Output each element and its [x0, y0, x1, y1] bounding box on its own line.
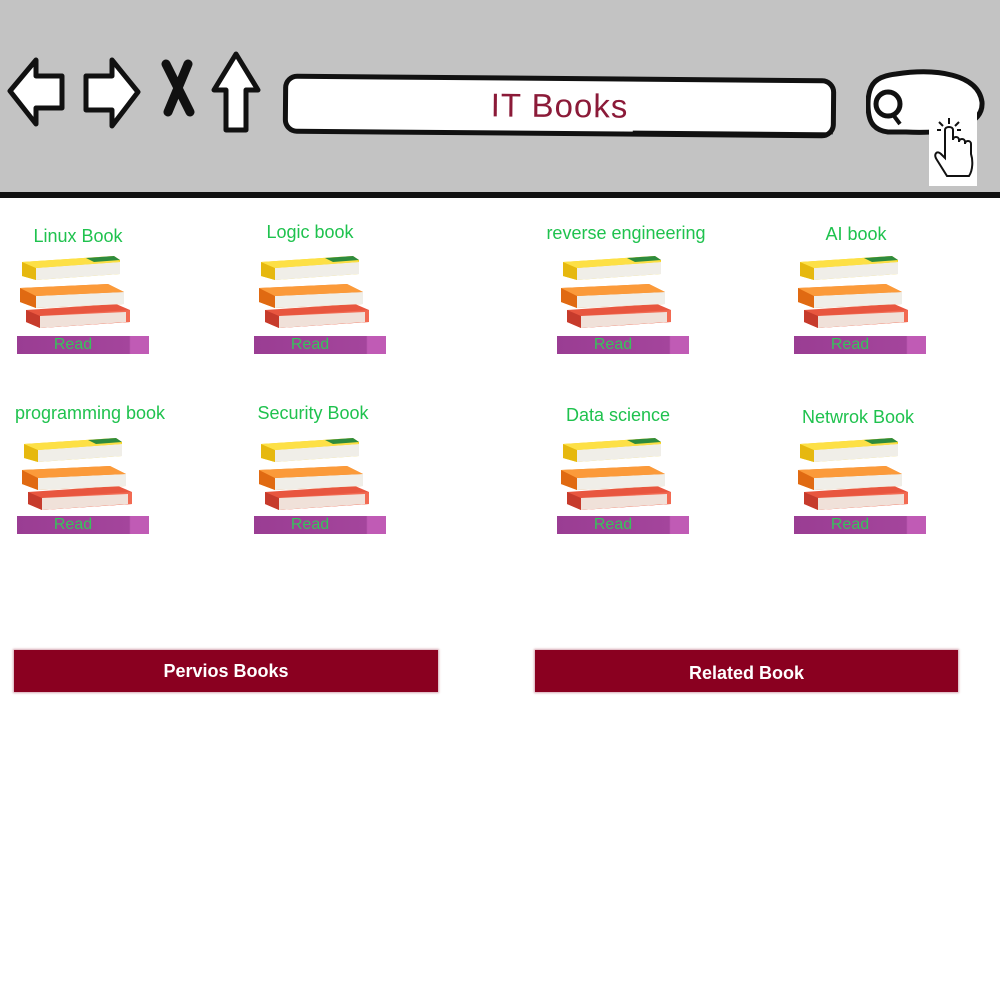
browser-toolbar: IT Books [0, 0, 1000, 198]
read-button[interactable]: Read [17, 516, 149, 534]
address-underline [632, 130, 833, 135]
home-arrow-icon[interactable] [210, 50, 262, 136]
book-title: programming book [14, 403, 166, 423]
book-title: reverse engineering [546, 223, 706, 243]
forward-arrow-icon[interactable] [80, 52, 142, 132]
book-card: Data science Read [518, 405, 718, 555]
read-button[interactable]: Read [557, 336, 689, 354]
book-title: Logic book [266, 222, 354, 242]
book-title: AI book [825, 224, 887, 244]
book-stack-icon [255, 432, 375, 512]
book-card: reverse engineering Read [526, 223, 726, 373]
book-stack-icon [794, 432, 914, 512]
read-button[interactable]: Read [557, 516, 689, 534]
read-button[interactable]: Read [254, 516, 386, 534]
book-stack-icon [255, 250, 375, 330]
book-card: Logic book Read [210, 222, 410, 372]
back-arrow-icon[interactable] [6, 52, 68, 130]
book-title: Netwrok Book [801, 407, 915, 427]
read-button[interactable]: Read [794, 336, 926, 354]
read-button[interactable]: Read [794, 516, 926, 534]
close-icon[interactable] [158, 58, 198, 118]
previous-books-button[interactable]: Pervios Books [14, 650, 438, 692]
book-stack-icon [557, 432, 677, 512]
hand-pointer-icon [929, 100, 977, 186]
book-title: Security Book [257, 403, 369, 423]
book-title: Linux Book [33, 226, 123, 246]
book-card: AI book Read [756, 224, 956, 374]
address-bar[interactable]: IT Books [282, 73, 837, 139]
book-stack-icon [16, 250, 136, 330]
book-card: Netwrok Book Read [758, 407, 958, 557]
page: IT Books Linux Book Read Logic book Read [0, 0, 1000, 1000]
book-card: Linux Book Read [0, 226, 178, 376]
read-button[interactable]: Read [17, 336, 149, 354]
book-card: programming book Read [0, 403, 190, 553]
book-stack-icon [557, 250, 677, 330]
book-stack-icon [18, 432, 138, 512]
related-book-button[interactable]: Related Book [535, 650, 958, 692]
read-button[interactable]: Read [254, 336, 386, 354]
address-text: IT Books [490, 86, 629, 125]
book-stack-icon [794, 250, 914, 330]
book-card: Security Book Read [213, 403, 413, 553]
book-title: Data science [565, 405, 671, 425]
